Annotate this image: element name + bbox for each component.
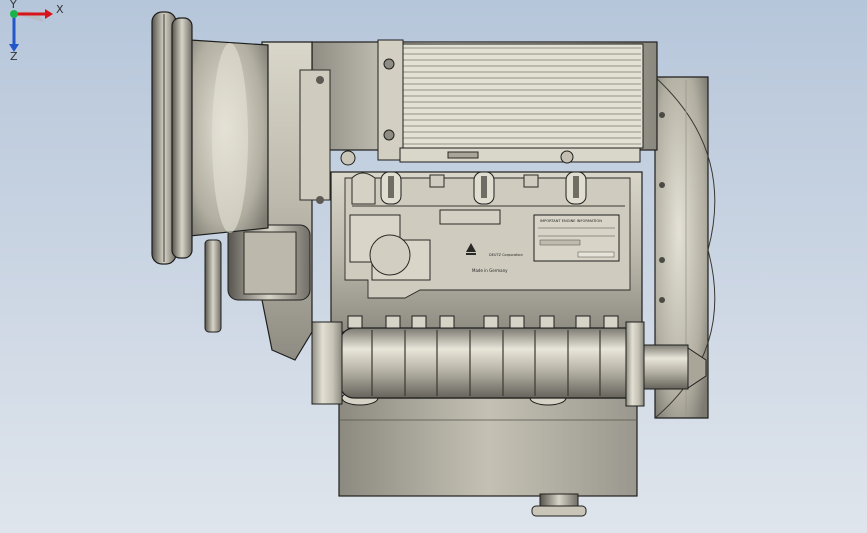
info-plate-title: IMPORTANT ENGINE INFORMATION xyxy=(540,219,602,223)
manifold-port xyxy=(385,315,401,329)
alternator-pulley[interactable] xyxy=(204,239,222,333)
alternator[interactable] xyxy=(227,224,311,301)
manifold-port xyxy=(347,315,363,329)
intake-manifold[interactable] xyxy=(311,321,645,407)
y-axis-label: Y xyxy=(9,0,17,11)
axis-triad: X Y Z xyxy=(9,0,64,63)
oil-sump[interactable] xyxy=(338,390,638,497)
manifold-port xyxy=(483,315,499,329)
drain-plug xyxy=(531,493,587,517)
manifold-port xyxy=(439,315,455,329)
crankshaft-pulley[interactable] xyxy=(151,11,193,265)
origin-text: Made in Germany xyxy=(472,268,508,273)
y-axis-dot xyxy=(10,10,18,18)
manifold-port xyxy=(509,315,525,329)
manifold-port xyxy=(603,315,619,329)
front-cover[interactable] xyxy=(261,41,331,361)
manifold-port xyxy=(411,315,427,329)
injector-3[interactable] xyxy=(565,171,587,205)
model-viewport[interactable]: IMPORTANT ENGINE INFORMATION DEUTZ Corpo… xyxy=(0,0,867,533)
manifold-port xyxy=(575,315,591,329)
z-axis-label: Z xyxy=(10,50,18,63)
manifold-port xyxy=(539,315,555,329)
injector-1[interactable] xyxy=(380,171,402,205)
cooling-fan-hub[interactable] xyxy=(189,39,269,237)
brand-text: DEUTZ Corporation xyxy=(489,253,523,257)
x-axis-label: X xyxy=(56,3,64,16)
engine-info-plate: IMPORTANT ENGINE INFORMATION xyxy=(533,214,620,262)
cowl-bracket[interactable] xyxy=(377,39,404,161)
injector-2[interactable] xyxy=(473,171,495,205)
